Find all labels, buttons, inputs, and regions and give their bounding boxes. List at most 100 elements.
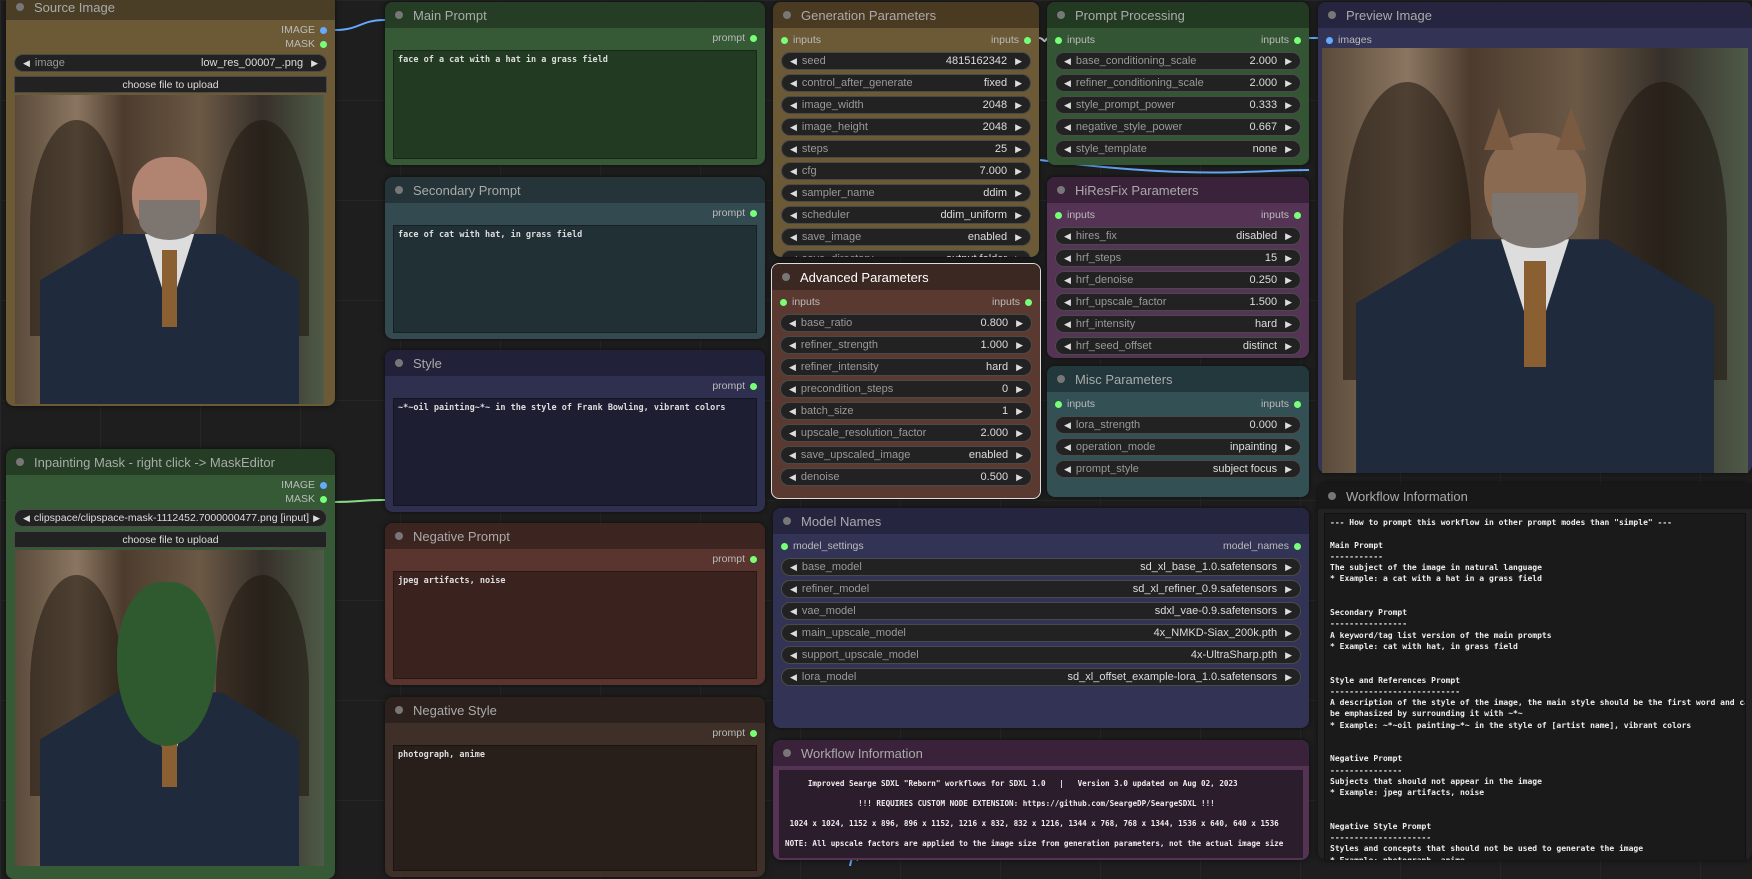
node-hires[interactable]: HiResFix Parameters inputs inputs ◀ hires_fi… (1047, 177, 1309, 358)
decrement-arrow-icon[interactable]: ◀ (1064, 341, 1071, 352)
node-collapse-dot[interactable] (395, 11, 403, 19)
widget-precondition_steps[interactable]: ◀ precondition_steps 0 ▶ (780, 380, 1032, 398)
increment-arrow-icon[interactable]: ▶ (311, 58, 318, 69)
widget-scheduler[interactable]: ◀ scheduler ddim_uniform ▶ (781, 206, 1031, 224)
widget-vae_model[interactable]: ◀ vae_model sdxl_vae-0.9.safetensors ▶ (781, 602, 1301, 620)
output-slot-prompt[interactable]: prompt (712, 32, 757, 44)
node-collapse-dot[interactable] (782, 273, 790, 281)
increment-arrow-icon[interactable]: ▶ (1285, 122, 1292, 133)
prompt-textarea[interactable]: photograph, anime (393, 745, 757, 871)
node-secondary[interactable]: Secondary Prompt prompt face of cat with h… (385, 177, 765, 339)
widget-operation_mode[interactable]: ◀ operation_mode inpainting ▶ (1055, 438, 1301, 456)
widget-support_upscale_model[interactable]: ◀ support_upscale_model 4x-UltraSharp.pth ▶ (781, 646, 1301, 664)
increment-arrow-icon[interactable]: ▶ (1016, 318, 1023, 329)
widget-file-select[interactable]: ◀ clipspace/clipspace-mask-1112452.700000… (14, 509, 327, 527)
output-slot-prompt[interactable]: prompt (712, 207, 757, 219)
output-slot-mask[interactable]: MASK (285, 38, 327, 50)
node-collapse-dot[interactable] (783, 517, 791, 525)
node-pp[interactable]: Prompt Processing inputs inputs ◀ base_condi… (1047, 2, 1309, 165)
widget-sampler_name[interactable]: ◀ sampler_name ddim ▶ (781, 184, 1031, 202)
input-slot[interactable]: inputs (780, 296, 820, 308)
widget-seed[interactable]: ◀ seed 4815162342 ▶ (781, 52, 1031, 70)
increment-arrow-icon[interactable]: ▶ (1285, 442, 1292, 453)
decrement-arrow-icon[interactable]: ◀ (789, 384, 796, 395)
node-title-bar[interactable]: Inpainting Mask - right click -> MaskEdi… (6, 449, 335, 475)
node-collapse-dot[interactable] (395, 706, 403, 714)
node-title-bar[interactable]: Prompt Processing (1047, 2, 1309, 28)
node-title-bar[interactable]: Main Prompt (385, 2, 765, 28)
input-slot-dot[interactable] (1326, 36, 1333, 44)
increment-arrow-icon[interactable]: ▶ (1016, 406, 1023, 417)
decrement-arrow-icon[interactable]: ◀ (790, 56, 797, 67)
decrement-arrow-icon[interactable]: ◀ (789, 472, 796, 483)
increment-arrow-icon[interactable]: ▶ (1285, 464, 1292, 475)
node-collapse-dot[interactable] (783, 11, 791, 19)
increment-arrow-icon[interactable]: ▶ (1016, 428, 1023, 439)
widget-upscale_resolution_factor[interactable]: ◀ upscale_resolution_factor 2.000 ▶ (780, 424, 1032, 442)
widget-cfg[interactable]: ◀ cfg 7.000 ▶ (781, 162, 1031, 180)
input-slot-dot[interactable] (1055, 211, 1062, 219)
input-slot-dot[interactable] (1055, 36, 1062, 44)
decrement-arrow-icon[interactable]: ◀ (789, 450, 796, 461)
decrement-arrow-icon[interactable]: ◀ (1064, 253, 1071, 264)
decrement-arrow-icon[interactable]: ◀ (789, 340, 796, 351)
decrement-arrow-icon[interactable]: ◀ (790, 254, 797, 258)
decrement-arrow-icon[interactable]: ◀ (1064, 122, 1071, 133)
widget-refiner_intensity[interactable]: ◀ refiner_intensity hard ▶ (780, 358, 1032, 376)
output-slot[interactable]: inputs (1261, 398, 1301, 410)
increment-arrow-icon[interactable]: ▶ (1285, 253, 1292, 264)
decrement-arrow-icon[interactable]: ◀ (1064, 78, 1071, 89)
input-slot-dot[interactable] (781, 36, 788, 44)
input-slot[interactable]: inputs (1055, 398, 1095, 410)
prompt-textarea[interactable]: face of a cat with a hat in a grass fiel… (393, 50, 757, 159)
node-collapse-dot[interactable] (1328, 11, 1336, 19)
node-title-bar[interactable]: Misc Parameters (1047, 366, 1309, 392)
increment-arrow-icon[interactable]: ▶ (1016, 450, 1023, 461)
node-title-bar[interactable]: Source Image (6, 0, 335, 20)
decrement-arrow-icon[interactable]: ◀ (1064, 144, 1071, 155)
widget-save_directory[interactable]: ◀ save_directoryoutput folder ▶ (781, 250, 1031, 257)
decrement-arrow-icon[interactable]: ◀ (790, 210, 797, 221)
node-title-bar[interactable]: Advanced Parameters (772, 264, 1040, 290)
increment-arrow-icon[interactable]: ▶ (1015, 100, 1022, 111)
output-slot-prompt[interactable]: prompt (712, 553, 757, 565)
widget-hires_fix[interactable]: ◀ hires_fix disabled ▶ (1055, 227, 1301, 245)
output-slot-image[interactable]: IMAGE (281, 479, 327, 491)
node-title-bar[interactable]: Model Names (773, 508, 1309, 534)
increment-arrow-icon[interactable]: ▶ (1015, 144, 1022, 155)
output-slot-dot[interactable] (1025, 298, 1032, 306)
decrement-arrow-icon[interactable]: ◀ (789, 362, 796, 373)
output-slot-dot[interactable] (320, 481, 327, 489)
output-slot-dot[interactable] (1294, 542, 1301, 550)
node-collapse-dot[interactable] (16, 458, 24, 466)
decrement-arrow-icon[interactable]: ◀ (1064, 275, 1071, 286)
output-slot[interactable]: inputs (1261, 34, 1301, 46)
decrement-arrow-icon[interactable]: ◀ (23, 513, 30, 524)
widget-hrf_denoise[interactable]: ◀ hrf_denoise 0.250 ▶ (1055, 271, 1301, 289)
widget-refiner_model[interactable]: ◀ refiner_model sd_xl_refiner_0.9.safetens… (781, 580, 1301, 598)
increment-arrow-icon[interactable]: ▶ (1285, 420, 1292, 431)
node-title-bar[interactable]: HiResFix Parameters (1047, 177, 1309, 203)
widget-style_template[interactable]: ◀ style_template none ▶ (1055, 140, 1301, 158)
input-slot-dot[interactable] (1055, 400, 1062, 408)
widget-style_prompt_power[interactable]: ◀ style_prompt_power 0.333 ▶ (1055, 96, 1301, 114)
increment-arrow-icon[interactable]: ▶ (1285, 297, 1292, 308)
decrement-arrow-icon[interactable]: ◀ (790, 584, 797, 595)
decrement-arrow-icon[interactable]: ◀ (1064, 297, 1071, 308)
increment-arrow-icon[interactable]: ▶ (1285, 319, 1292, 330)
output-slot-prompt[interactable]: prompt (712, 727, 757, 739)
node-collapse-dot[interactable] (1328, 492, 1336, 500)
prompt-textarea[interactable]: jpeg artifacts, noise (393, 571, 757, 679)
node-title-bar[interactable]: Secondary Prompt (385, 177, 765, 203)
increment-arrow-icon[interactable]: ▶ (1285, 628, 1292, 639)
widget-steps[interactable]: ◀ steps 25 ▶ (781, 140, 1031, 158)
node-wfinfo2[interactable]: Workflow Information Improved Searge SDX… (773, 740, 1309, 860)
widget-refiner_strength[interactable]: ◀ refiner_strength 1.000 ▶ (780, 336, 1032, 354)
decrement-arrow-icon[interactable]: ◀ (790, 100, 797, 111)
increment-arrow-icon[interactable]: ▶ (1016, 340, 1023, 351)
decrement-arrow-icon[interactable]: ◀ (790, 78, 797, 89)
widget-base_ratio[interactable]: ◀ base_ratio 0.800 ▶ (780, 314, 1032, 332)
output-slot-dot[interactable] (1294, 36, 1301, 44)
decrement-arrow-icon[interactable]: ◀ (23, 58, 30, 69)
widget-hrf_steps[interactable]: ◀ hrf_steps 15 ▶ (1055, 249, 1301, 267)
